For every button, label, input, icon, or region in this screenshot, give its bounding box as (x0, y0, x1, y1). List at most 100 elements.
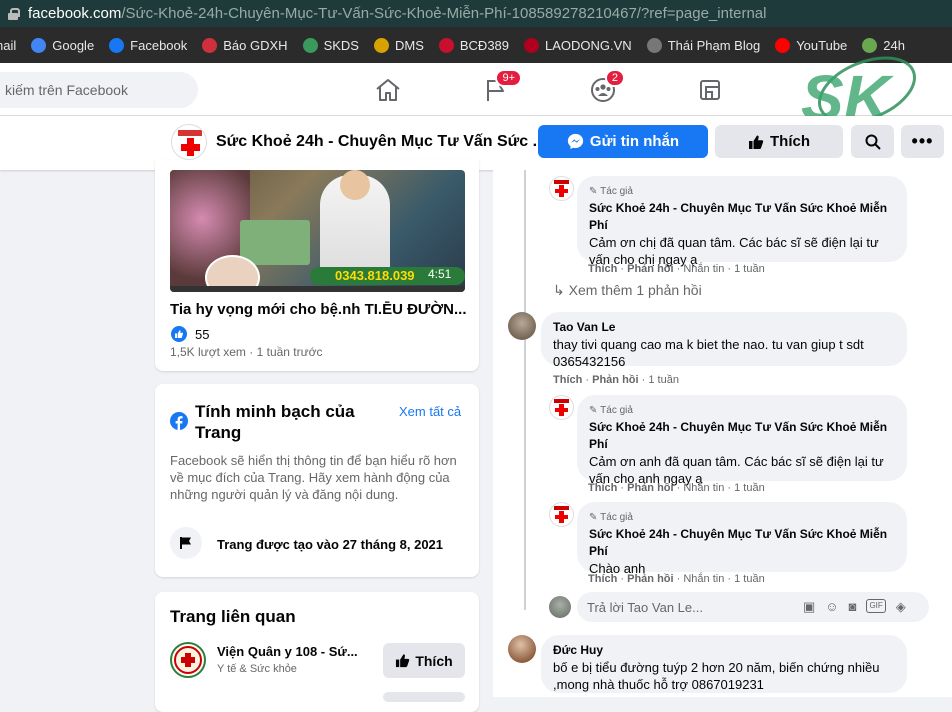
lock-icon (8, 7, 20, 20)
comment-actions: Thích · Phản hồi · Nhắn tin · 1 tuần (588, 482, 765, 494)
related-page-avatar[interactable] (170, 642, 206, 678)
gaming-icon[interactable] (690, 73, 730, 107)
commenter-avatar[interactable] (508, 312, 536, 340)
related-pages-card: Trang liên quan Viện Quân y 108 - Sứ... … (155, 592, 479, 712)
reply-action[interactable]: Phản hồi (627, 482, 673, 494)
sent-label: Nhắn tin (683, 573, 725, 585)
bookmark-label: Google (52, 37, 95, 53)
comment-actions: Thích · Phản hồi · 1 tuần (553, 374, 679, 386)
bookmark-item[interactable]: LAODONG.VN (524, 37, 632, 53)
bookmark-item[interactable]: BCĐ389 (438, 37, 510, 53)
like-action[interactable]: Thích (588, 482, 617, 494)
author-badge: ✎ Tác giả (589, 186, 633, 197)
bookmark-label: BCĐ389 (459, 37, 510, 53)
page-author-avatar[interactable] (549, 176, 574, 201)
reply-placeholder: Trả lời Tao Van Le... (587, 600, 703, 615)
thumbs-up-icon (749, 135, 764, 149)
transparency-description: Facebook sẽ hiển thị thông tin để bạn hi… (170, 453, 457, 502)
comment-2: Tao Van Le thay tivi quang cao ma k biet… (541, 312, 907, 369)
send-message-button[interactable]: Gửi tin nhắn (538, 125, 708, 158)
comment-reply-3: ✎ Tác giả Sức Khoẻ 24h - Chuyên Mục Tư V… (577, 502, 907, 576)
groups-badge: 2 (604, 69, 625, 87)
emoji-icon[interactable]: ☺ (825, 599, 838, 615)
comment-time: 1 tuần (734, 573, 765, 585)
video-like-count[interactable]: 55 (195, 327, 209, 342)
comment-author[interactable]: Sức Khoẻ 24h - Chuyên Mục Tư Vấn Sức Kho… (589, 419, 895, 453)
youtube-icon (775, 37, 791, 53)
see-all-link[interactable]: Xem tất cả (399, 404, 461, 419)
more-dots-icon: ••• (911, 131, 934, 151)
video-views: 1,5K lượt xem (170, 345, 246, 359)
comment-time: 1 tuần (734, 482, 765, 494)
bookmark-item[interactable]: nail (0, 38, 16, 53)
bookmark-label: Thái Phạm Blog (667, 37, 761, 53)
like-page-button[interactable]: Thích (715, 125, 843, 158)
reply-action[interactable]: Phản hồi (627, 263, 673, 275)
page-author-avatar[interactable] (549, 395, 574, 420)
bookmark-label: Báo GDXH (223, 37, 288, 53)
more-options-button[interactable]: ••• (901, 125, 944, 158)
pages-badge: 9+ (495, 69, 522, 87)
facebook-icon (170, 412, 188, 430)
video-title[interactable]: Tia hy vọng mới cho bệ.nh TI.ĒU ĐƯỜN... (170, 301, 466, 318)
related-pages-title: Trang liên quan (170, 607, 296, 626)
comment-time: 1 tuần (734, 263, 765, 275)
search-input[interactable]: kiếm trên Facebook (0, 72, 198, 108)
bookmark-item[interactable]: Báo GDXH (202, 37, 288, 53)
like-action[interactable]: Thích (553, 374, 582, 386)
comment-reply-1: ✎ Tác giả Sức Khoẻ 24h - Chuyên Mục Tư V… (577, 176, 907, 267)
search-icon (865, 134, 881, 150)
url-domain: facebook.com (28, 5, 122, 22)
like-action[interactable]: Thích (588, 263, 617, 275)
gif-icon[interactable]: GIF (866, 599, 886, 613)
page-avatar[interactable] (171, 124, 207, 160)
avatar-icon (646, 37, 662, 53)
camera-icon[interactable]: ◙ (849, 599, 857, 615)
avatar-sticker-icon[interactable]: ▣ (803, 599, 815, 615)
bookmark-item[interactable]: DMS (373, 37, 424, 53)
address-bar[interactable]: facebook.com/Sức-Khoẻ-24h-Chuyên-Mục-Tư-… (0, 0, 952, 27)
bookmark-item[interactable]: Thái Phạm Blog (646, 37, 761, 53)
bookmark-label: LAODONG.VN (545, 37, 632, 53)
sent-label: Nhắn tin (683, 263, 725, 275)
bookmark-item[interactable]: SKDS (302, 37, 359, 53)
bookmark-item[interactable]: Google (31, 37, 95, 53)
reply-action[interactable]: Phản hồi (592, 374, 638, 386)
transparency-title: Tính minh bạch của Trang (195, 402, 355, 442)
related-page-name[interactable]: Viện Quân y 108 - Sứ... (217, 644, 358, 659)
flag-icon (170, 527, 202, 559)
see-more-replies[interactable]: ↳ Xem thêm 1 phản hồi (553, 282, 702, 299)
comment-author[interactable]: Sức Khoẻ 24h - Chuyên Mục Tư Vấn Sức Kho… (589, 526, 895, 560)
skds-icon (302, 37, 318, 53)
home-icon[interactable] (368, 73, 408, 107)
video-thumbnail[interactable]: 0343.818.039 4:51 (170, 170, 465, 292)
page-title[interactable]: Sức Khoẻ 24h - Chuyên Mục Tư Vấn Sức ... (216, 133, 546, 151)
comments-panel: ✎ Tác giả Sức Khoẻ 24h - Chuyên Mục Tư V… (493, 170, 952, 697)
google-icon (31, 37, 47, 53)
sticker-icon[interactable]: ◈ (896, 599, 906, 615)
groups-icon[interactable]: 2 (583, 69, 625, 107)
related-like-button[interactable]: Thích (383, 643, 465, 678)
comment-author[interactable]: Tao Van Le (553, 319, 895, 336)
page-author-avatar[interactable] (549, 502, 574, 527)
url-path: /Sức-Khoẻ-24h-Chuyên-Mục-Tư-Vấn-Sức-Khoẻ… (121, 5, 767, 22)
reply-action[interactable]: Phản hồi (627, 573, 673, 585)
video-card: 0343.818.039 4:51 Tia hy vọng mới cho bệ… (155, 160, 479, 371)
bookmark-label: DMS (394, 37, 424, 53)
comment-author[interactable]: Đức Huy (553, 642, 895, 659)
facebook-icon (109, 37, 125, 53)
current-user-avatar (549, 596, 571, 618)
commenter-avatar[interactable] (508, 635, 536, 663)
related-page-category: Y tế & Sức khỏe (217, 663, 297, 675)
pages-flag-icon[interactable]: 9+ (476, 69, 522, 107)
like-page-label: Thích (770, 133, 810, 150)
comment-3: Đức Huy bố e bị tiểu đường tuýp 2 hơn 20… (541, 635, 907, 693)
like-action[interactable]: Thích (588, 573, 617, 585)
bookmark-label: nail (0, 37, 17, 53)
comment-author[interactable]: Sức Khoẻ 24h - Chuyên Mục Tư Vấn Sức Kho… (589, 200, 895, 234)
send-message-label: Gửi tin nhắn (589, 133, 680, 150)
reply-input[interactable]: Trả lời Tao Van Le... ▣ ☺ ◙ GIF ◈ (577, 592, 929, 622)
search-page-button[interactable] (851, 125, 894, 158)
comment-actions: Thích · Phản hồi · Nhắn tin · 1 tuần (588, 573, 765, 585)
bookmark-item[interactable]: Facebook (109, 37, 187, 53)
